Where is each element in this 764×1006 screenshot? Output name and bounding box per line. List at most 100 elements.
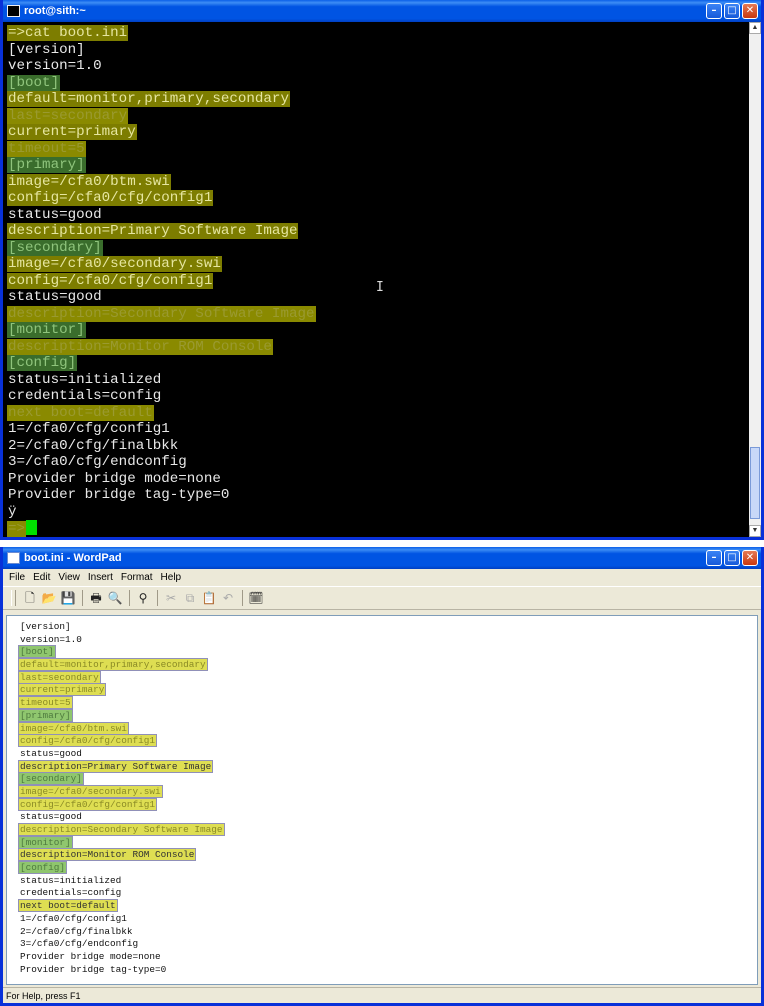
- line-text: version=1.0: [8, 58, 102, 74]
- line-text: description=Primary Software Image: [7, 223, 299, 239]
- text-line: 1=/cfa0/cfg/config1: [19, 913, 757, 926]
- text-line: description=Secondary Software Image: [7, 305, 749, 323]
- minimize-button[interactable]: –: [706, 3, 722, 19]
- text-line: 2=/cfa0/cfg/finalbkk: [19, 926, 757, 939]
- line-text: image=/cfa0/btm.swi: [7, 173, 171, 190]
- document-area[interactable]: [version] version=1.0 [boot] default=monito…: [6, 615, 758, 985]
- line-text: description=Primary Software Image: [17, 759, 214, 773]
- line-text: last=secondary: [7, 107, 129, 124]
- line-text: status=good: [20, 811, 82, 823]
- text-line: [config]: [7, 355, 749, 372]
- text-line: version=1.0: [7, 58, 749, 75]
- text-line: 2=/cfa0/cfg/finalbkk: [7, 438, 749, 455]
- terminal-titlebar[interactable]: root@sith:~ – □ ✕: [3, 0, 761, 22]
- wordpad-title: boot.ini - WordPad: [24, 552, 122, 564]
- line-text: [version]: [8, 41, 85, 58]
- line-text: config=/cfa0/cfg/config1: [17, 797, 158, 811]
- text-line: version=1.0: [19, 634, 757, 647]
- wordpad-titlebar[interactable]: boot.ini - WordPad – □ ✕: [3, 547, 761, 569]
- new-icon[interactable]: 🗋: [22, 590, 38, 606]
- maximize-button[interactable]: □: [724, 550, 740, 566]
- wordpad-app-icon[interactable]: [7, 552, 20, 564]
- line-text: 2=/cfa0/cfg/finalbkk: [8, 437, 179, 454]
- terminal-scrollbar[interactable]: ▲ ▼: [749, 22, 761, 537]
- text-line: description=Primary Software Image: [7, 223, 749, 240]
- scroll-thumb[interactable]: [750, 447, 760, 519]
- text-line: [boot]: [18, 645, 757, 659]
- text-line: description=Primary Software Image: [17, 759, 757, 774]
- line-text: 2=/cfa0/cfg/finalbkk: [20, 925, 133, 937]
- text-line: next boot=default: [7, 404, 749, 422]
- text-line: next boot=default: [18, 899, 757, 913]
- text-line: 1=/cfa0/cfg/config1: [7, 421, 749, 438]
- print-icon[interactable]: 🖶: [88, 590, 104, 606]
- paste-icon[interactable]: 📋: [201, 590, 217, 606]
- text-line: default=monitor,primary,secondary: [18, 658, 757, 672]
- toolbar: 🗋 📂 💾 🖶 🔍 ⚲ ✂ ⧉ 📋 ↶ 🗓: [3, 586, 761, 610]
- menu-edit[interactable]: Edit: [29, 572, 54, 583]
- open-icon[interactable]: 📂: [41, 590, 57, 606]
- line-text: [secondary]: [18, 772, 84, 786]
- line-text: version=1.0: [20, 633, 82, 645]
- date-time-icon[interactable]: 🗓: [248, 590, 264, 606]
- line-text: timeout=5: [18, 696, 73, 710]
- menu-format[interactable]: Format: [117, 572, 157, 583]
- line-text: 1=/cfa0/cfg/config1: [8, 421, 170, 437]
- scroll-up-icon[interactable]: ▲: [749, 22, 761, 34]
- text-line: [primary]: [18, 708, 757, 723]
- copy-icon[interactable]: ⧉: [182, 590, 198, 606]
- line-text: Provider bridge tag-type=0: [8, 487, 230, 503]
- print-preview-icon[interactable]: 🔍: [107, 590, 123, 606]
- prompt: =>: [7, 521, 27, 537]
- close-button[interactable]: ✕: [742, 550, 758, 566]
- minimize-button[interactable]: –: [706, 550, 722, 566]
- text-line: Provider bridge mode=none: [19, 951, 757, 964]
- text-line: status=initialized: [7, 372, 749, 389]
- text-line: default=monitor,primary,secondary: [7, 91, 749, 108]
- scroll-down-icon[interactable]: ▼: [749, 525, 761, 537]
- undo-icon[interactable]: ↶: [220, 590, 236, 606]
- menu-view[interactable]: View: [54, 572, 84, 583]
- line-text: description=Monitor ROM Console: [7, 338, 273, 355]
- text-line: credentials=config: [7, 388, 749, 405]
- menu-help[interactable]: Help: [157, 572, 186, 583]
- text-line: status=good: [19, 811, 757, 824]
- menu-file[interactable]: File: [5, 572, 29, 583]
- line-text: timeout=5: [7, 140, 86, 157]
- text-line: image=/cfa0/secondary.swi: [7, 256, 749, 273]
- cut-icon[interactable]: ✂: [163, 590, 179, 606]
- line-text: 1=/cfa0/cfg/config1: [20, 912, 127, 924]
- terminal-body[interactable]: =>cat boot.ini [version] version=1.0 [boot]…: [3, 22, 761, 537]
- text-line: Provider bridge mode=none: [7, 471, 749, 488]
- toolbar-grip[interactable]: [11, 590, 16, 606]
- find-icon[interactable]: ⚲: [135, 590, 151, 606]
- line-text: next boot=default: [7, 404, 154, 421]
- terminal-app-icon[interactable]: [7, 5, 20, 17]
- text-line: [secondary]: [18, 772, 757, 786]
- line-text: image=/cfa0/secondary.swi: [7, 256, 222, 272]
- line-text: [config]: [7, 355, 78, 371]
- menu-bar: File Edit View Insert Format Help: [3, 569, 761, 586]
- line-text: [boot]: [18, 645, 56, 659]
- text-line: config=/cfa0/cfg/config1: [7, 190, 749, 207]
- line-text: next boot=default: [18, 899, 118, 913]
- text-line: description=Monitor ROM Console: [17, 848, 757, 862]
- wordpad-window: boot.ini - WordPad – □ ✕ File Edit View …: [0, 547, 764, 1006]
- line-text: description=Secondary Software Image: [18, 823, 225, 836]
- line-text: [secondary]: [7, 239, 103, 256]
- text-line: [version]: [19, 621, 757, 634]
- line-text: image=/cfa0/secondary.swi: [18, 784, 163, 798]
- line-text: [monitor]: [18, 835, 73, 849]
- menu-insert[interactable]: Insert: [84, 572, 117, 583]
- maximize-button[interactable]: □: [724, 3, 740, 19]
- text-line: current=primary: [17, 683, 757, 697]
- text-line: description=Secondary Software Image: [18, 823, 757, 837]
- document-text[interactable]: [version] version=1.0 [boot] default=monito…: [7, 616, 757, 976]
- line-text: status=good: [8, 289, 102, 305]
- save-icon[interactable]: 💾: [60, 590, 76, 606]
- line-text: current=primary: [7, 124, 137, 140]
- text-line: description=Monitor ROM Console: [7, 338, 749, 356]
- close-button[interactable]: ✕: [742, 3, 758, 19]
- prompt-line[interactable]: =>: [7, 520, 749, 537]
- text-line: [secondary]: [7, 239, 749, 257]
